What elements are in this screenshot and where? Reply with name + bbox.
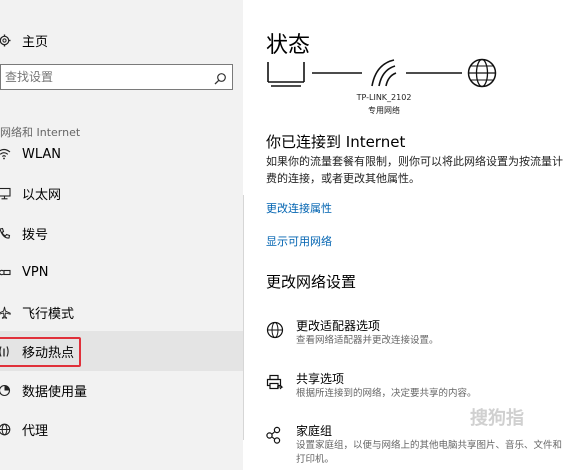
airplane-icon — [0, 305, 11, 319]
sidebar-item-data-usage[interactable]: 数据使用量 — [0, 370, 243, 410]
phone-icon — [0, 226, 11, 240]
watermark: 搜狗指 — [470, 408, 524, 429]
wifi-icon — [0, 147, 11, 161]
connection-heading: 你已连接到 Internet — [266, 133, 406, 151]
page-title: 状态 — [266, 33, 311, 58]
sidebar-item-ethernet[interactable]: 以太网 — [0, 173, 243, 213]
change-connection-properties-link[interactable]: 更改连接属性 — [266, 200, 332, 216]
sidebar-item-vpn[interactable]: VPN — [0, 252, 243, 292]
gear-icon — [0, 33, 11, 47]
scroll-divider — [243, 195, 244, 440]
ethernet-icon — [0, 186, 11, 200]
hotspot-highlight-box — [0, 337, 81, 367]
connection-description: 如果你的流量套餐有限制，则你可以将此网络设置为按流量计 费的连接，或者更改其他属… — [266, 155, 563, 185]
show-available-networks-link[interactable]: 显示可用网络 — [266, 233, 332, 249]
homegroup-icon — [266, 426, 284, 448]
search-box[interactable] — [0, 64, 233, 90]
adapter-icon — [266, 321, 284, 343]
network-name: TP-LINK_2102 — [356, 93, 412, 102]
network-diagram — [267, 58, 497, 88]
router-icon — [267, 62, 305, 87]
sidebar-item-proxy[interactable]: 代理 — [0, 409, 243, 449]
data-usage-icon — [0, 383, 11, 397]
sidebar-item-home[interactable]: 主页 — [0, 20, 243, 60]
sidebar-item-wlan[interactable]: WLAN — [0, 134, 243, 174]
search-input[interactable] — [5, 68, 205, 86]
internet-globe-icon — [467, 58, 497, 88]
printer-share-icon — [266, 374, 284, 396]
vpn-icon — [0, 265, 11, 279]
search-icon[interactable] — [214, 70, 227, 89]
sidebar-item-dialup[interactable]: 拨号 — [0, 213, 243, 253]
globe-icon — [0, 422, 11, 436]
sidebar: 主页 网络和 Internet WLAN 以太网 拨号 VPN — [0, 0, 243, 470]
change-network-settings-heading: 更改网络设置 — [266, 273, 357, 291]
network-type: 专用网络 — [368, 106, 400, 115]
home-label: 主页 — [22, 34, 49, 50]
sidebar-item-airplane-mode[interactable]: 飞行模式 — [0, 292, 243, 332]
wifi-signal-icon — [371, 59, 397, 87]
